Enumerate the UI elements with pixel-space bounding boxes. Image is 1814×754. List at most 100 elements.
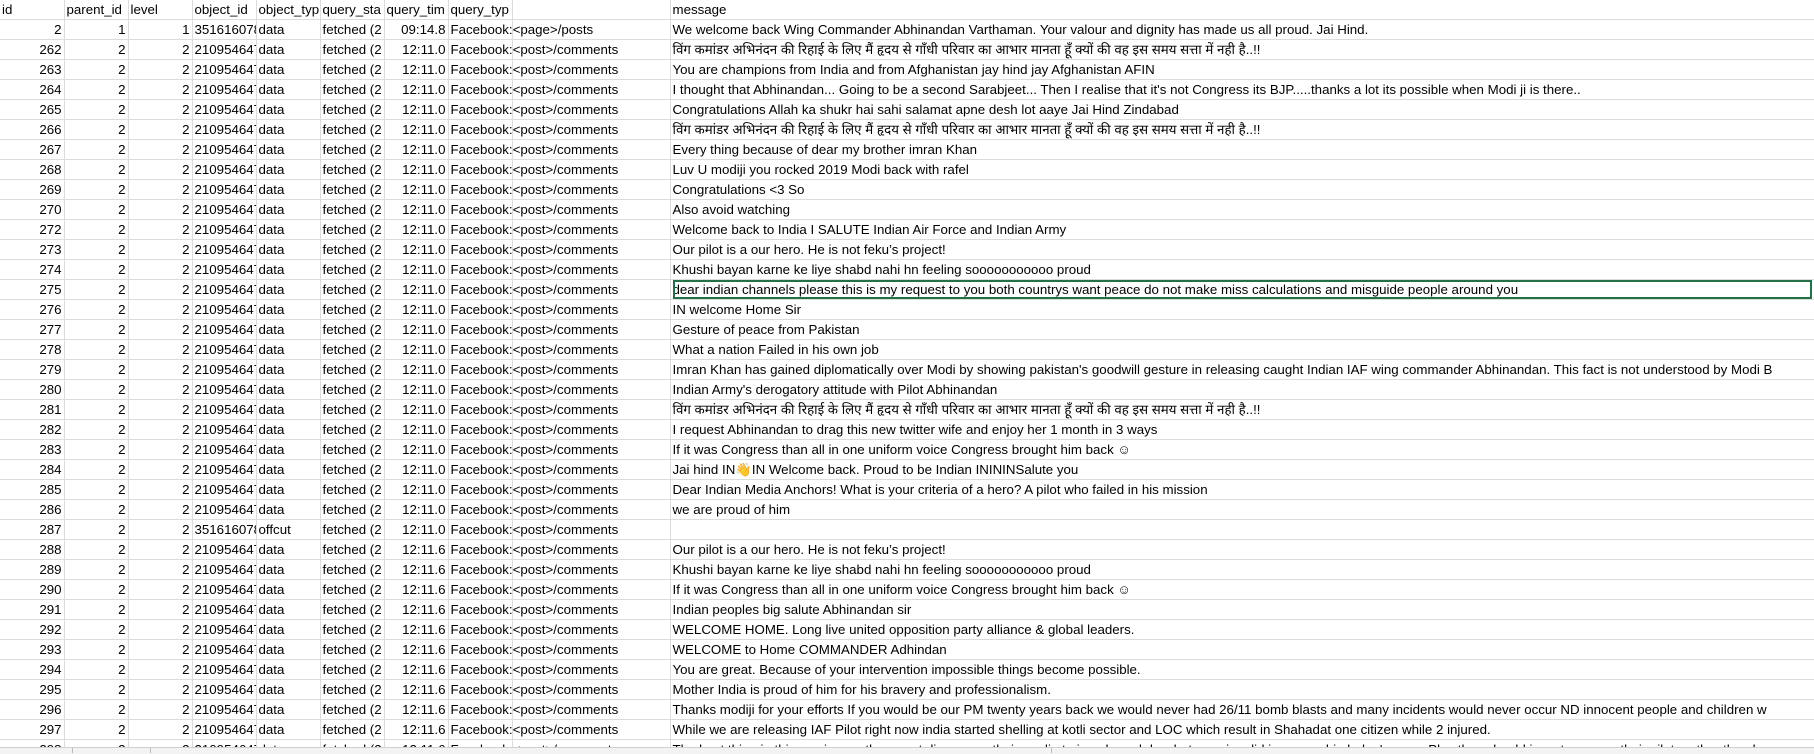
cell-object-id[interactable]: 210954647 <box>192 439 257 460</box>
cell-message[interactable]: विंग कमांडर अभिनंदन की रिहाई के लिए मैं … <box>670 119 1814 140</box>
cell-parent-id[interactable]: 2 <box>64 219 129 240</box>
cell-query-status[interactable]: fetched (2 <box>320 359 385 380</box>
cell-id[interactable]: 278 <box>0 339 65 360</box>
header-cell-message[interactable]: message <box>670 0 1814 20</box>
cell-id[interactable]: 262 <box>0 39 65 60</box>
cell-object-type[interactable]: data <box>256 119 321 140</box>
cell-id[interactable]: 284 <box>0 459 65 480</box>
cell-query-status[interactable]: fetched (2 <box>320 419 385 440</box>
cell-query-time[interactable]: 12:11.6 <box>384 619 449 640</box>
cell-query-time[interactable]: 12:11.0 <box>384 359 449 380</box>
cell-query-type[interactable]: Facebook:<post>/comments <box>448 159 618 180</box>
cell-message[interactable]: Congratulations <3 So <box>670 179 1814 200</box>
cell-query-status[interactable]: fetched (2 <box>320 519 385 540</box>
cell-id[interactable]: 264 <box>0 79 65 100</box>
cell-object-type[interactable]: data <box>256 659 321 680</box>
cell-query-time[interactable]: 09:14.8 <box>384 19 449 40</box>
cell-message[interactable]: IN welcome Home Sir <box>670 299 1814 320</box>
cell-level[interactable]: 2 <box>128 419 193 440</box>
cell-level[interactable]: 2 <box>128 159 193 180</box>
cell-object-type[interactable]: data <box>256 679 321 700</box>
cell-level[interactable]: 2 <box>128 299 193 320</box>
cell-parent-id[interactable]: 2 <box>64 119 129 140</box>
cell-message[interactable]: Every thing because of dear my brother i… <box>670 139 1814 160</box>
cell-parent-id[interactable]: 2 <box>64 79 129 100</box>
cell-object-id[interactable]: 210954647 <box>192 99 257 120</box>
cell-object-type[interactable]: data <box>256 239 321 260</box>
cell-object-type[interactable]: data <box>256 379 321 400</box>
cell-message[interactable]: Imran Khan has gained diplomatically ove… <box>670 359 1814 380</box>
horizontal-scrollbar[interactable] <box>0 747 1814 754</box>
cell-id[interactable]: 274 <box>0 259 65 280</box>
cell-object-id[interactable]: 210954647 <box>192 139 257 160</box>
cell-query-time[interactable]: 12:11.6 <box>384 559 449 580</box>
cell-object-id[interactable]: 210954647 <box>192 499 257 520</box>
cell-message[interactable]: Welcome back to India I SALUTE Indian Ai… <box>670 219 1814 240</box>
cell-level[interactable]: 2 <box>128 679 193 700</box>
cell-query-type[interactable]: Facebook:<post>/comments <box>448 659 618 680</box>
cell-object-type[interactable]: data <box>256 79 321 100</box>
spreadsheet-grid[interactable]: id parent_id level object_id object_typ … <box>0 0 1814 750</box>
cell-id[interactable]: 269 <box>0 179 65 200</box>
cell-message[interactable]: विंग कमांडर अभिनंदन की रिहाई के लिए मैं … <box>670 39 1814 60</box>
header-cell-query-time[interactable]: query_tim <box>384 0 449 20</box>
cell-parent-id[interactable]: 2 <box>64 679 129 700</box>
cell-object-id[interactable]: 210954647 <box>192 239 257 260</box>
cell-id[interactable]: 295 <box>0 679 65 700</box>
cell-query-status[interactable]: fetched (2 <box>320 699 385 720</box>
cell-query-status[interactable]: fetched (2 <box>320 479 385 500</box>
cell-query-type[interactable]: Facebook:<post>/comments <box>448 279 618 300</box>
cell-object-type[interactable]: data <box>256 19 321 40</box>
cell-object-type[interactable]: data <box>256 139 321 160</box>
cell-parent-id[interactable]: 2 <box>64 59 129 80</box>
cell-object-id[interactable]: 210954647 <box>192 219 257 240</box>
cell-query-status[interactable]: fetched (2 <box>320 99 385 120</box>
cell-object-type[interactable]: data <box>256 339 321 360</box>
cell-parent-id[interactable]: 2 <box>64 619 129 640</box>
cell-parent-id[interactable]: 2 <box>64 499 129 520</box>
cell-object-id[interactable]: 210954647 <box>192 339 257 360</box>
cell-object-type[interactable]: data <box>256 639 321 660</box>
sheet-tab-area[interactable] <box>0 748 73 753</box>
cell-query-time[interactable]: 12:11.6 <box>384 639 449 660</box>
cell-object-id[interactable]: 210954647 <box>192 639 257 660</box>
cell-parent-id[interactable]: 2 <box>64 339 129 360</box>
cell-query-type[interactable]: Facebook:<post>/comments <box>448 419 618 440</box>
cell-id[interactable]: 286 <box>0 499 65 520</box>
cell-query-type[interactable]: Facebook:<post>/comments <box>448 639 618 660</box>
cell-level[interactable]: 2 <box>128 319 193 340</box>
cell-object-type[interactable]: data <box>256 559 321 580</box>
cell-parent-id[interactable]: 2 <box>64 379 129 400</box>
cell-object-type[interactable]: offcut <box>256 519 321 540</box>
cell-message[interactable]: we are proud of him <box>670 499 1814 520</box>
cell-parent-id[interactable]: 2 <box>64 239 129 260</box>
cell-query-type[interactable]: Facebook:<post>/comments <box>448 479 618 500</box>
cell-query-status[interactable]: fetched (2 <box>320 219 385 240</box>
cell-query-time[interactable]: 12:11.6 <box>384 699 449 720</box>
cell-level[interactable]: 2 <box>128 359 193 380</box>
cell-query-type[interactable]: Facebook:<post>/comments <box>448 699 618 720</box>
cell-query-type[interactable]: Facebook:<post>/comments <box>448 339 618 360</box>
cell-query-time[interactable]: 12:11.0 <box>384 99 449 120</box>
cell-query-time[interactable]: 12:11.0 <box>384 499 449 520</box>
cell-object-id[interactable]: 210954647 <box>192 659 257 680</box>
cell-object-id[interactable]: 210954647 <box>192 179 257 200</box>
cell-object-type[interactable]: data <box>256 599 321 620</box>
cell-message[interactable]: Thanks modiji for your efforts If you wo… <box>670 699 1814 720</box>
cell-level[interactable]: 2 <box>128 179 193 200</box>
cell-id[interactable]: 291 <box>0 599 65 620</box>
header-cell-object-id[interactable]: object_id <box>192 0 257 20</box>
header-cell-id[interactable]: id <box>0 0 65 20</box>
cell-object-type[interactable]: data <box>256 539 321 560</box>
cell-query-status[interactable]: fetched (2 <box>320 459 385 480</box>
cell-level[interactable]: 2 <box>128 99 193 120</box>
cell-message[interactable]: If it was Congress than all in one unifo… <box>670 579 1814 600</box>
cell-query-time[interactable]: 12:11.0 <box>384 59 449 80</box>
cell-message[interactable]: Dear Indian Media Anchors! What is your … <box>670 479 1814 500</box>
cell-object-type[interactable]: data <box>256 59 321 80</box>
cell-level[interactable]: 2 <box>128 479 193 500</box>
cell-id[interactable]: 275 <box>0 279 65 300</box>
cell-parent-id[interactable]: 2 <box>64 99 129 120</box>
cell-object-id[interactable]: 210954647 <box>192 479 257 500</box>
cell-message[interactable]: Mother India is proud of him for his bra… <box>670 679 1814 700</box>
